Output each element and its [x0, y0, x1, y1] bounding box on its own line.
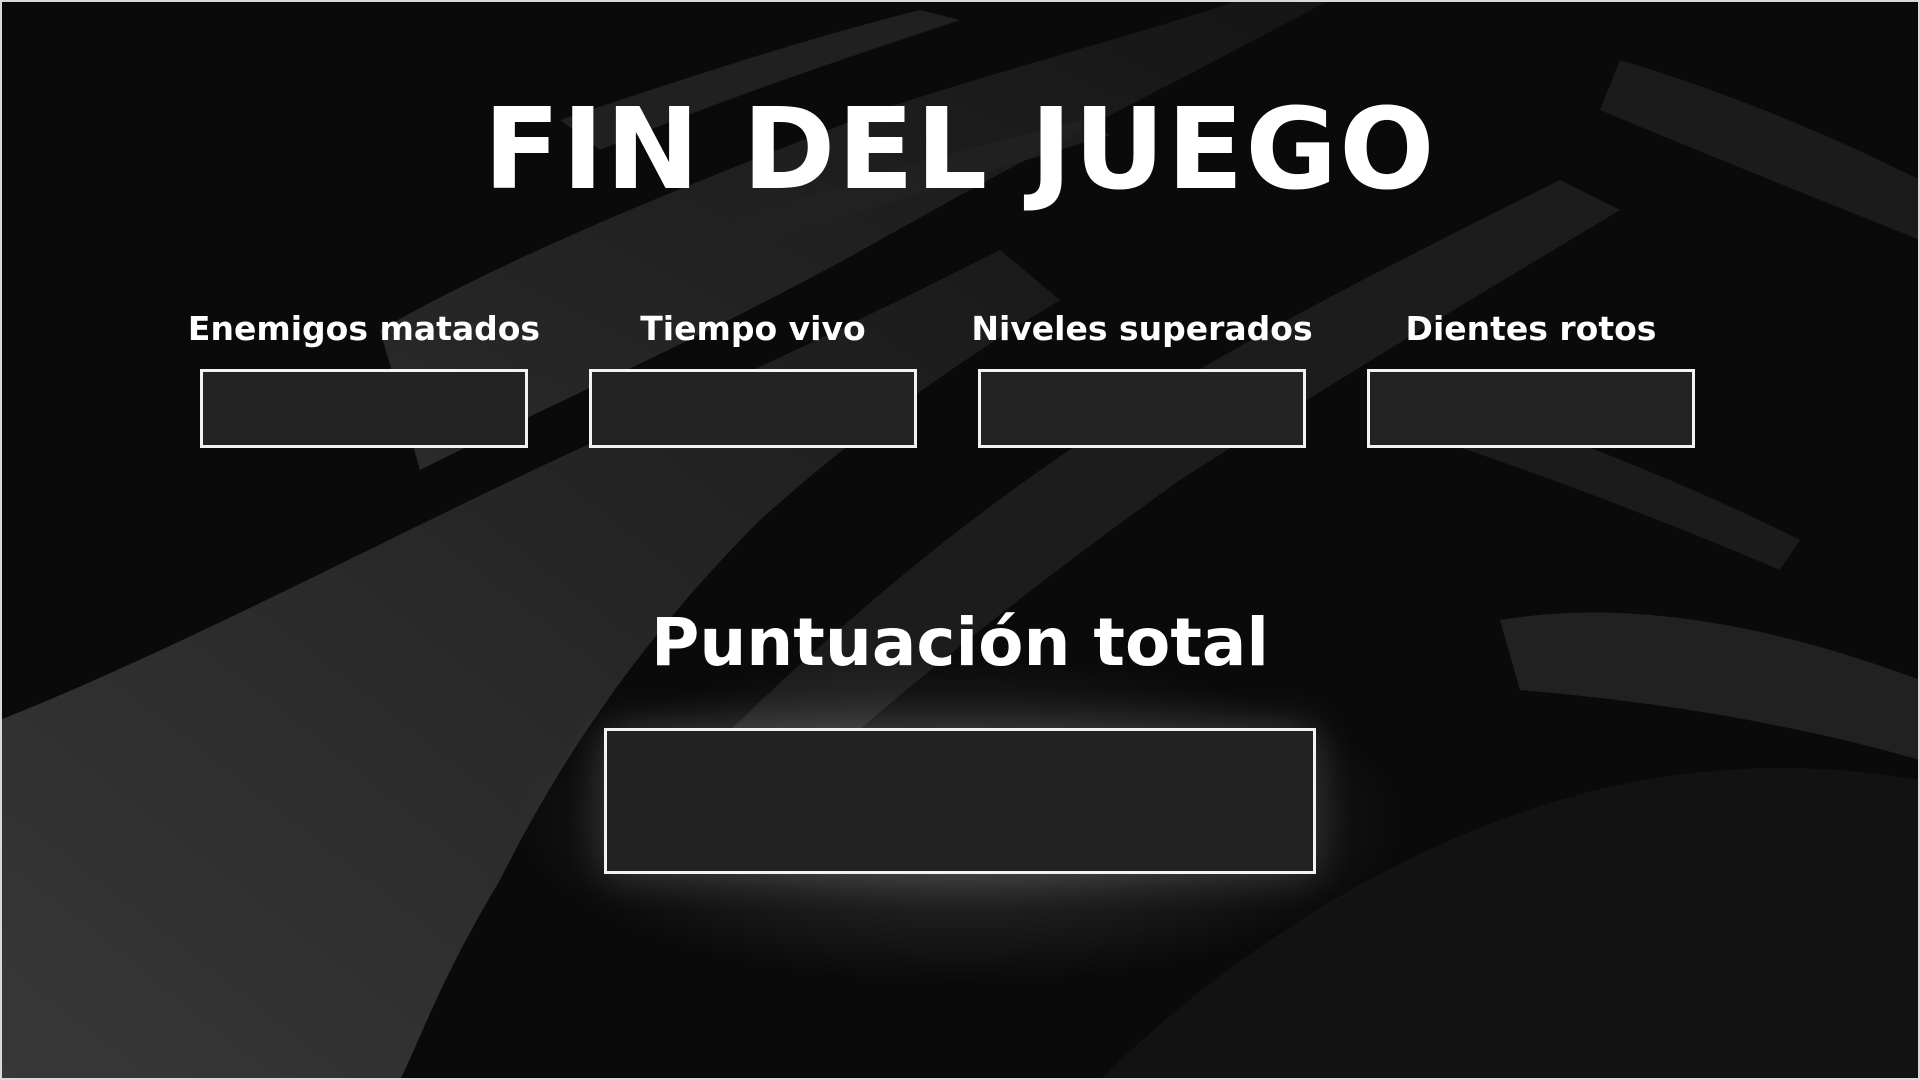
- stat-value-box: [978, 369, 1306, 448]
- stat-value-box: [200, 369, 528, 448]
- total-score-box: [604, 728, 1316, 874]
- stat-label: Dientes rotos: [1405, 309, 1657, 348]
- stat-value-box: [1367, 369, 1695, 448]
- stat-time-alive: Tiempo vivo: [573, 305, 933, 465]
- stat-label: Niveles superados: [971, 309, 1313, 348]
- stat-value-box: [589, 369, 917, 448]
- stat-broken-teeth: Dientes rotos: [1351, 305, 1711, 465]
- stat-enemies-killed: Enemigos matados: [184, 305, 544, 465]
- stat-levels-cleared: Niveles superados: [962, 305, 1322, 465]
- stat-label: Enemigos matados: [187, 309, 541, 348]
- stat-label: Tiempo vivo: [640, 309, 866, 348]
- game-over-screen: FIN DEL JUEGO Enemigos matados Tiempo vi…: [0, 0, 1920, 1080]
- game-over-title: FIN DEL JUEGO: [483, 85, 1437, 215]
